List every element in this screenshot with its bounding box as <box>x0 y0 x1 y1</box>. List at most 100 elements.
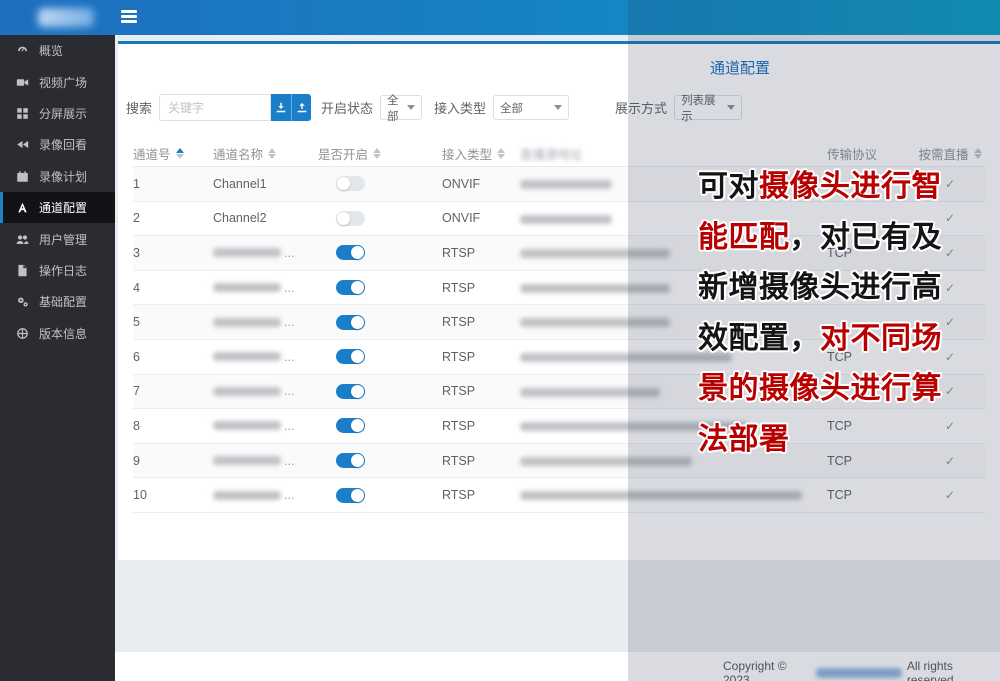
sidebar-item-2[interactable]: 视频广场 <box>0 66 115 97</box>
enable-toggle[interactable] <box>336 211 365 226</box>
channel-number-cell: 9 <box>133 454 213 468</box>
sidebar-item-label: 版本信息 <box>39 325 87 342</box>
access-type-cell: RTSP <box>420 384 520 398</box>
app-logo <box>38 8 94 27</box>
enabled-cell <box>318 488 420 503</box>
status-select[interactable]: 全部 <box>380 95 422 120</box>
column-header[interactable]: 通道名称 <box>213 144 318 163</box>
sidebar-item-8[interactable]: 操作日志 <box>0 255 115 286</box>
sidebar-item-6[interactable]: 通道配置 <box>0 192 115 223</box>
column-label: 传输协议 <box>827 144 877 163</box>
copyright-text: Copyright © 2023 All rights reserved. <box>723 659 1000 681</box>
channel-name-masked: ... <box>213 350 318 364</box>
footer: Copyright © 2023 All rights reserved. <box>115 652 1000 681</box>
sidebar-item-label: 概览 <box>39 42 63 59</box>
annotation-line: 效配置，对不同场 <box>698 314 998 365</box>
search-input[interactable] <box>159 94 271 121</box>
chevron-down-icon <box>727 105 735 110</box>
sidebar-item-3[interactable]: 分屏展示 <box>0 98 115 129</box>
column-header[interactable]: 接入类型 <box>420 144 520 163</box>
display-mode-value: 列表展示 <box>681 92 721 124</box>
website-link <box>816 668 902 678</box>
annotation-line: 法部署 <box>698 415 998 466</box>
channel-name-cell: ... <box>213 419 318 433</box>
enable-toggle[interactable] <box>336 315 365 330</box>
column-header[interactable]: 通道号 <box>133 144 213 163</box>
column-label: 是否开启 <box>318 144 368 163</box>
sort-icon[interactable] <box>497 148 505 160</box>
access-type-cell: ONVIF <box>420 211 520 225</box>
export-button[interactable] <box>291 94 311 121</box>
sidebar-item-10[interactable]: 版本信息 <box>0 318 115 349</box>
search-label: 搜索 <box>126 98 152 117</box>
enabled-cell <box>318 418 420 433</box>
enable-toggle[interactable] <box>336 349 365 364</box>
download-icon <box>275 102 287 114</box>
type-filter-label: 接入类型 <box>434 98 486 117</box>
sidebar-item-label: 录像回看 <box>39 136 87 153</box>
column-header[interactable]: 按需直播 <box>915 144 985 163</box>
channel-name-cell: Channel1 <box>213 177 318 191</box>
sidebar-item-label: 通道配置 <box>39 199 87 216</box>
channel-name-masked: ... <box>213 281 318 295</box>
enabled-cell <box>318 280 420 295</box>
sidebar-item-label: 录像计划 <box>39 168 87 185</box>
channel-number-cell: 6 <box>133 350 213 364</box>
enable-toggle[interactable] <box>336 488 365 503</box>
sort-icon[interactable] <box>974 148 982 160</box>
on-demand-cell: ✓ <box>915 488 985 502</box>
column-header[interactable]: 是否开启 <box>318 144 420 163</box>
copyright-prefix: Copyright © 2023 <box>723 659 811 681</box>
sidebar-item-7[interactable]: 用户管理 <box>0 223 115 254</box>
type-select[interactable]: 全部 <box>493 95 569 120</box>
enable-toggle[interactable] <box>336 176 365 191</box>
channel-name-cell: ... <box>213 281 318 295</box>
channel-name-cell: ... <box>213 315 318 329</box>
channel-name-cell: ... <box>213 384 318 398</box>
calendar-icon <box>16 170 29 183</box>
channel-number-cell: 8 <box>133 419 213 433</box>
enable-toggle[interactable] <box>336 453 365 468</box>
hamburger-menu-icon[interactable] <box>121 10 137 24</box>
sidebar-item-9[interactable]: 基础配置 <box>0 286 115 317</box>
display-mode-select[interactable]: 列表展示 <box>674 95 742 120</box>
sidebar-item-5[interactable]: 录像计划 <box>0 161 115 192</box>
copyright-suffix: All rights reserved. <box>907 659 1000 681</box>
sidebar-item-label: 用户管理 <box>39 231 87 248</box>
import-export-buttons <box>271 94 311 121</box>
channel-name-cell: ... <box>213 246 318 260</box>
enable-toggle[interactable] <box>336 418 365 433</box>
access-type-cell: RTSP <box>420 350 520 364</box>
column-label: 接入类型 <box>442 144 492 163</box>
sidebar-item-label: 操作日志 <box>39 262 87 279</box>
log-icon <box>16 264 29 277</box>
access-type-cell: RTSP <box>420 315 520 329</box>
enable-toggle[interactable] <box>336 280 365 295</box>
enabled-cell <box>318 245 420 260</box>
access-type-cell: RTSP <box>420 246 520 260</box>
sidebar-item-4[interactable]: 录像回看 <box>0 129 115 160</box>
annotation-line: 可对摄像头进行智 <box>698 162 998 213</box>
import-button[interactable] <box>271 94 291 121</box>
channel-name-cell: ... <box>213 454 318 468</box>
sort-icon[interactable] <box>268 148 276 160</box>
channel-number-cell: 7 <box>133 384 213 398</box>
channel-name-masked: ... <box>213 488 318 502</box>
enable-toggle[interactable] <box>336 245 365 260</box>
protocol-cell: TCP <box>827 488 915 502</box>
display-mode-label: 展示方式 <box>615 98 667 117</box>
stream-url-cell <box>520 488 827 502</box>
annotation-line: 能匹配，对已有及 <box>698 213 998 264</box>
chevron-down-icon <box>554 105 562 110</box>
channel-number-cell: 3 <box>133 246 213 260</box>
sidebar-item-1[interactable]: 概览 <box>0 35 115 66</box>
sort-icon[interactable] <box>176 148 184 160</box>
access-type-cell: ONVIF <box>420 177 520 191</box>
rewind-icon <box>16 138 29 151</box>
gears-icon <box>16 295 29 308</box>
enable-toggle[interactable] <box>336 384 365 399</box>
page-title: 通道配置 <box>710 57 770 78</box>
sort-icon[interactable] <box>373 148 381 160</box>
users-icon <box>16 233 29 246</box>
access-type-cell: RTSP <box>420 281 520 295</box>
